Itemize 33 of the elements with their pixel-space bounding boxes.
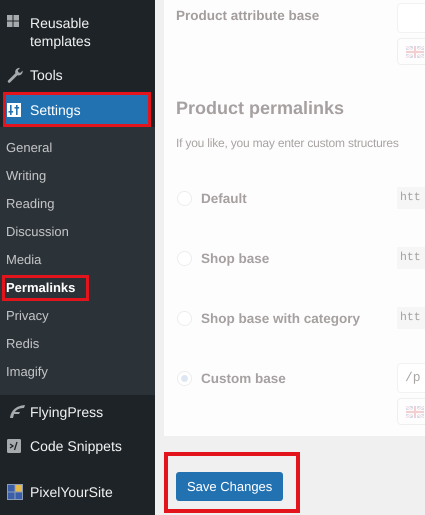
url-example: htt <box>397 307 425 329</box>
submenu-item[interactable]: Media <box>0 246 48 274</box>
sliders-icon <box>7 102 21 116</box>
submenu-item[interactable]: Writing <box>0 162 52 190</box>
menu-item[interactable]: FlyingPress <box>0 395 155 428</box>
submenu-item[interactable]: Reading <box>0 190 60 218</box>
flag-icon <box>406 46 424 58</box>
menu-item[interactable]: Code Snippets <box>0 428 155 464</box>
grid-icon <box>7 15 19 27</box>
language-button[interactable] <box>397 398 425 425</box>
submenu-item[interactable]: Permalinks <box>2 275 90 301</box>
wrench-icon <box>7 67 23 83</box>
language-button[interactable] <box>397 38 425 65</box>
field-label: Product attribute base <box>176 7 320 25</box>
menu-item[interactable]: Settings <box>3 92 151 127</box>
grid-logo-icon <box>7 484 23 500</box>
menu-item[interactable]: Reusable templates <box>0 0 155 58</box>
submenu-item[interactable]: Privacy <box>0 302 55 330</box>
feather-icon <box>7 404 25 419</box>
flag-icon <box>406 406 424 418</box>
submenu-item[interactable]: Discussion <box>0 218 75 246</box>
submenu-item[interactable]: General <box>0 134 58 162</box>
submenu-item[interactable]: Redis <box>0 330 46 358</box>
section-heading: Product permalinks <box>176 97 346 120</box>
radio-button[interactable] <box>177 370 192 386</box>
url-example: htt <box>397 187 425 209</box>
save-button[interactable]: Save Changes <box>176 472 284 501</box>
url-example: htt <box>397 247 425 269</box>
code-icon <box>7 439 21 453</box>
menu-item[interactable]: Tools <box>0 58 155 92</box>
submenu-item[interactable]: Imagify <box>0 358 54 386</box>
menu-item[interactable]: PixelYourSite <box>0 474 155 510</box>
description-text: If you like, you may enter custom structures <box>176 135 399 152</box>
